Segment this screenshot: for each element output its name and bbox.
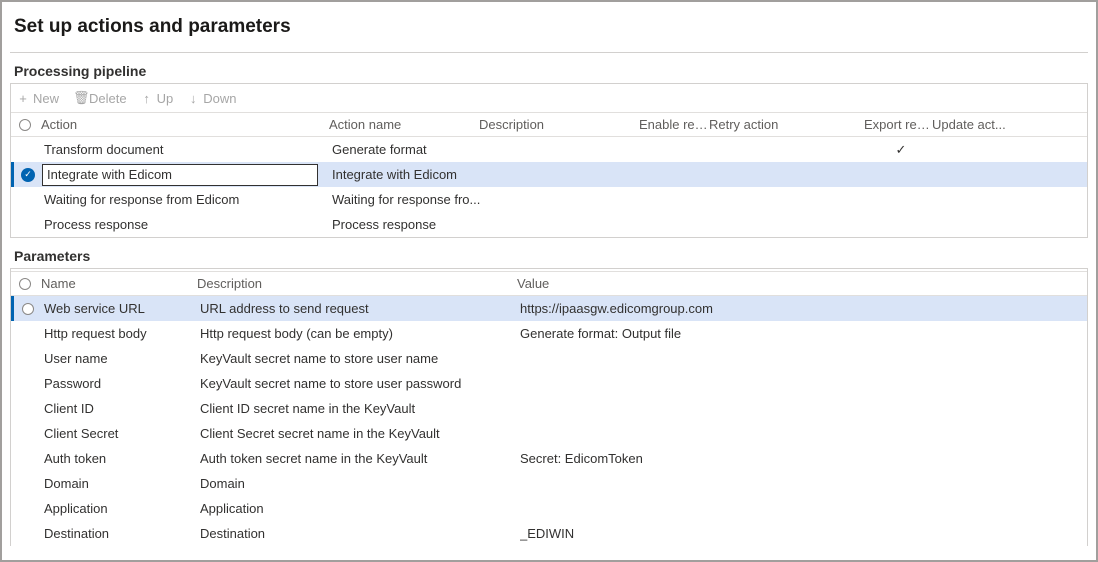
table-row[interactable]: User nameKeyVault secret name to store u…: [11, 346, 1087, 371]
cell-export-result[interactable]: ✓: [867, 142, 935, 158]
up-label: Up: [157, 91, 174, 106]
cell-description[interactable]: Http request body (can be empty): [200, 326, 520, 341]
pipeline-toolbar: + New 🗑 Delete ↑ Up ↓ Down: [11, 86, 1087, 112]
cell-action-name[interactable]: Integrate with Edicom: [332, 167, 482, 182]
table-row[interactable]: Auth tokenAuth token secret name in the …: [11, 446, 1087, 471]
page-container: Set up actions and parameters Processing…: [0, 0, 1098, 562]
pipeline-header-row: Action Action name Description Enable re…: [11, 112, 1087, 137]
parameters-section: Parameters Name Description Value Web se…: [10, 248, 1088, 546]
col-value[interactable]: Value: [517, 276, 1087, 291]
cell-name[interactable]: Destination: [42, 526, 200, 541]
down-label: Down: [203, 91, 236, 106]
parameters-body: Name Description Value Web service URLUR…: [10, 268, 1088, 546]
cell-description[interactable]: URL address to send request: [200, 301, 520, 316]
cell-action-name[interactable]: Waiting for response fro...: [332, 192, 482, 207]
cell-description[interactable]: KeyVault secret name to store user name: [200, 351, 520, 366]
col-update-act[interactable]: Update act...: [932, 117, 1022, 132]
table-row[interactable]: DestinationDestination_EDIWIN: [11, 521, 1087, 546]
cell-name[interactable]: Client ID: [42, 401, 200, 416]
plus-icon: +: [17, 91, 29, 106]
cell-description[interactable]: KeyVault secret name to store user passw…: [200, 376, 520, 391]
col-export-result[interactable]: Export result: [864, 117, 932, 132]
pipeline-section: Processing pipeline + New 🗑 Delete ↑ Up …: [10, 63, 1088, 238]
arrow-down-icon: ↓: [187, 91, 199, 106]
cell-action[interactable]: Integrate with Edicom: [42, 164, 332, 186]
cell-description[interactable]: Client ID secret name in the KeyVault: [200, 401, 520, 416]
table-row[interactable]: Web service URLURL address to send reque…: [11, 296, 1087, 321]
col-action[interactable]: Action: [39, 117, 329, 132]
cell-value[interactable]: _EDIWIN: [520, 526, 1087, 541]
table-row[interactable]: DomainDomain: [11, 471, 1087, 496]
cell-description[interactable]: Client Secret secret name in the KeyVaul…: [200, 426, 520, 441]
col-retry-action[interactable]: Retry action: [709, 117, 864, 132]
col-enable-retry[interactable]: Enable retry: [639, 117, 709, 132]
divider: [10, 52, 1088, 53]
cell-action-name[interactable]: Generate format: [332, 142, 482, 157]
arrow-up-icon: ↑: [141, 91, 153, 106]
table-row[interactable]: Client SecretClient Secret secret name i…: [11, 421, 1087, 446]
cell-value[interactable]: Secret: EdicomToken: [520, 451, 1087, 466]
page-title: Set up actions and parameters: [14, 16, 1088, 38]
cell-name[interactable]: Domain: [42, 476, 200, 491]
select-all-params[interactable]: [11, 278, 39, 290]
pipeline-title: Processing pipeline: [14, 63, 1088, 79]
table-row[interactable]: Client IDClient ID secret name in the Ke…: [11, 396, 1087, 421]
cell-value[interactable]: https://ipaasgw.edicomgroup.com: [520, 301, 1087, 316]
cell-name[interactable]: Application: [42, 501, 200, 516]
col-description[interactable]: Description: [197, 276, 517, 291]
cell-action-name[interactable]: Process response: [332, 217, 482, 232]
cell-description[interactable]: Auth token secret name in the KeyVault: [200, 451, 520, 466]
cell-description[interactable]: Domain: [200, 476, 520, 491]
parameters-grid: Name Description Value Web service URLUR…: [11, 271, 1087, 546]
cell-name[interactable]: Client Secret: [42, 426, 200, 441]
cell-action[interactable]: Process response: [42, 217, 332, 232]
cell-name[interactable]: Http request body: [42, 326, 200, 341]
row-selector[interactable]: [14, 303, 42, 315]
cell-description[interactable]: Destination: [200, 526, 520, 541]
radio-icon: [19, 278, 31, 290]
cell-name[interactable]: Web service URL: [42, 301, 200, 316]
select-all[interactable]: [11, 119, 39, 131]
new-label: New: [33, 91, 59, 106]
table-row[interactable]: Integrate with Edicom Integrate with Edic…: [11, 162, 1087, 187]
pipeline-body: + New 🗑 Delete ↑ Up ↓ Down: [10, 83, 1088, 238]
cell-name[interactable]: Password: [42, 376, 200, 391]
cell-action[interactable]: Waiting for response from Edicom: [42, 192, 332, 207]
cell-value[interactable]: Generate format: Output file: [520, 326, 1087, 341]
table-row[interactable]: Transform documentGenerate format ✓: [11, 137, 1087, 162]
cell-name[interactable]: Auth token: [42, 451, 200, 466]
action-input[interactable]: Integrate with Edicom: [42, 164, 318, 186]
pipeline-grid: Action Action name Description Enable re…: [11, 112, 1087, 237]
down-button[interactable]: ↓ Down: [187, 91, 236, 106]
table-row[interactable]: Waiting for response from EdicomWaiting …: [11, 187, 1087, 212]
row-selector[interactable]: [14, 168, 42, 182]
col-name[interactable]: Name: [39, 276, 197, 291]
cell-description[interactable]: Application: [200, 501, 520, 516]
cell-action[interactable]: Transform document: [42, 142, 332, 157]
delete-button[interactable]: 🗑 Delete: [73, 90, 127, 106]
table-row[interactable]: Http request bodyHttp request body (can …: [11, 321, 1087, 346]
col-description[interactable]: Description: [479, 117, 639, 132]
col-action-name[interactable]: Action name: [329, 117, 479, 132]
up-button[interactable]: ↑ Up: [141, 91, 174, 106]
cell-name[interactable]: User name: [42, 351, 200, 366]
delete-label: Delete: [89, 91, 127, 106]
new-button[interactable]: + New: [17, 91, 59, 106]
parameters-header-row: Name Description Value: [11, 271, 1087, 296]
table-row[interactable]: Process responseProcess response: [11, 212, 1087, 237]
table-row[interactable]: PasswordKeyVault secret name to store us…: [11, 371, 1087, 396]
table-row[interactable]: ApplicationApplication: [11, 496, 1087, 521]
trash-icon: 🗑: [73, 90, 85, 106]
radio-icon: [19, 119, 31, 131]
radio-icon: [22, 303, 34, 315]
checked-icon: [21, 168, 35, 182]
parameters-title: Parameters: [14, 248, 1088, 264]
